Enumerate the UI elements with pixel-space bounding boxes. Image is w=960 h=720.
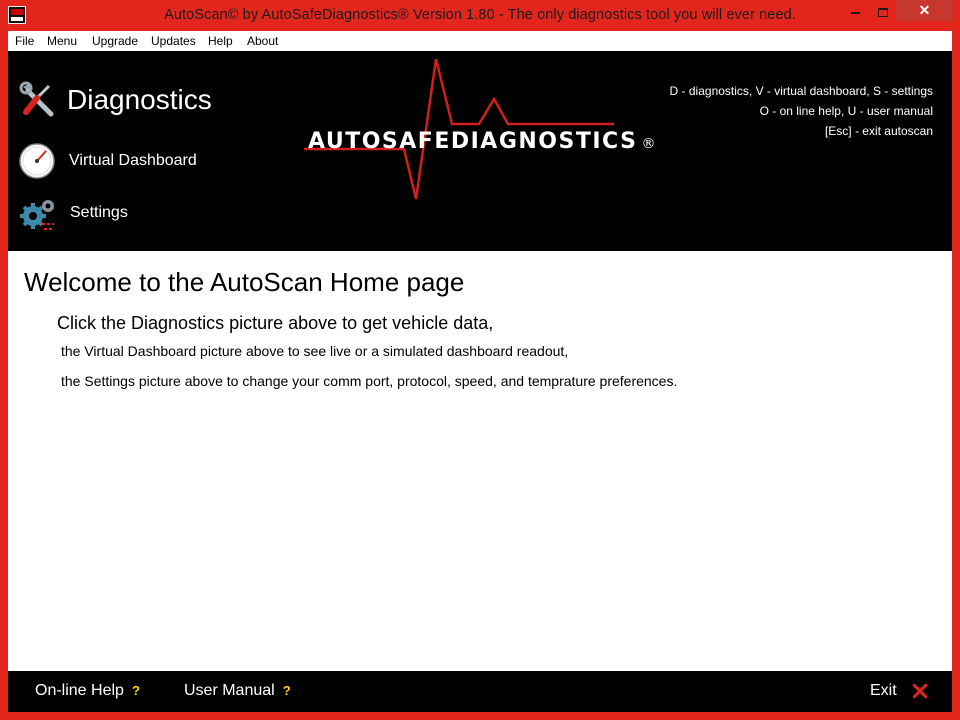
shortcut-line-2: O - on line help, U - user manual — [759, 104, 933, 118]
online-help-label: On-line Help — [35, 682, 124, 699]
instruction-dashboard: the Virtual Dashboard picture above to s… — [61, 343, 569, 359]
nav-settings[interactable]: Settings — [18, 194, 128, 232]
client-area: File Menu Upgrade Updates Help About Dia… — [8, 31, 952, 712]
menu-file[interactable]: File — [15, 34, 34, 48]
online-help-button[interactable]: On-line Help? — [35, 682, 140, 700]
footer-bar: On-line Help? User Manual? Exit — [8, 671, 952, 712]
header-banner: Diagnostics Virtual Dashboard Settings A… — [8, 51, 952, 251]
window-frame: AutoScan© by AutoSafeDiagnostics® Versio… — [0, 0, 960, 720]
exit-label: Exit — [870, 682, 897, 699]
logo-text: AUTOSAFEDIAGNOSTICS ® — [308, 129, 657, 154]
menu-help[interactable]: Help — [208, 34, 233, 48]
instruction-diagnostics: Click the Diagnostics picture above to g… — [57, 313, 494, 333]
menu-updates[interactable]: Updates — [151, 34, 196, 48]
question-mark-icon: ? — [131, 683, 140, 698]
nav-virtual-dashboard-label: Virtual Dashboard — [69, 152, 197, 169]
menu-bar: File Menu Upgrade Updates Help About — [8, 31, 952, 51]
minimize-button[interactable] — [842, 0, 869, 21]
nav-virtual-dashboard[interactable]: Virtual Dashboard — [18, 142, 197, 180]
home-content: Welcome to the AutoScan Home page Click … — [8, 251, 952, 671]
shortcut-line-1: D - diagnostics, V - virtual dashboard, … — [669, 84, 933, 98]
nav-diagnostics-label: Diagnostics — [67, 84, 212, 115]
question-mark-icon: ? — [282, 683, 291, 698]
title-bar[interactable]: AutoScan© by AutoSafeDiagnostics® Versio… — [0, 0, 960, 31]
maximize-icon — [877, 7, 888, 17]
menu-menu[interactable]: Menu — [47, 34, 77, 48]
close-button[interactable]: ✕ — [896, 0, 953, 21]
brand-logo: AUTOSAFEDIAGNOSTICS ® — [304, 59, 655, 209]
gauge-icon — [19, 143, 55, 179]
keyboard-shortcuts: D - diagnostics, V - virtual dashboard, … — [670, 81, 933, 141]
wrench-screwdriver-icon — [19, 81, 54, 117]
user-manual-button[interactable]: User Manual? — [184, 682, 291, 700]
user-manual-label: User Manual — [184, 682, 275, 699]
exit-button[interactable]: Exit — [870, 682, 928, 700]
instruction-settings: the Settings picture above to change you… — [61, 373, 678, 389]
page-title: Welcome to the AutoScan Home page — [24, 267, 465, 297]
menu-about[interactable]: About — [247, 34, 278, 48]
nav-diagnostics[interactable]: Diagnostics — [18, 81, 212, 119]
red-x-icon — [913, 683, 928, 698]
minimize-icon — [851, 12, 860, 15]
nav-settings-label: Settings — [70, 204, 128, 221]
maximize-button[interactable] — [869, 0, 896, 21]
shortcut-line-3: [Esc] - exit autoscan — [824, 124, 933, 138]
close-icon: ✕ — [918, 2, 931, 18]
menu-upgrade[interactable]: Upgrade — [92, 34, 138, 48]
window-title: AutoScan© by AutoSafeDiagnostics® Versio… — [164, 7, 796, 23]
gears-icon — [20, 200, 54, 230]
